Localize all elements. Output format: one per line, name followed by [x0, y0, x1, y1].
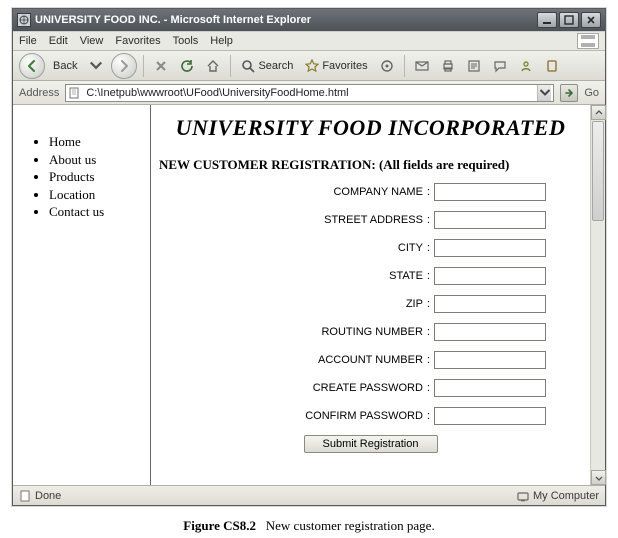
submit-button[interactable]: Submit Registration: [304, 435, 438, 453]
discuss-button[interactable]: [489, 55, 511, 77]
media-button[interactable]: [376, 55, 398, 77]
label-zip: ZIP: [406, 298, 423, 310]
input-zip[interactable]: [434, 295, 546, 313]
forward-button[interactable]: [111, 53, 137, 79]
window-title: UNIVERSITY FOOD INC. - Microsoft Interne…: [35, 14, 537, 26]
figure-caption: Figure CS8.2 New customer registration p…: [12, 518, 606, 534]
content-viewport: Home About us Products Location Contact …: [13, 105, 605, 485]
favorites-button[interactable]: Favorites: [301, 54, 371, 78]
menu-favorites[interactable]: Favorites: [115, 35, 160, 47]
input-company[interactable]: [434, 183, 546, 201]
nav-location[interactable]: Location: [49, 186, 140, 204]
page-heading: UNIVERSITY FOOD INCORPORATED: [159, 115, 582, 141]
go-button[interactable]: [560, 84, 578, 102]
home-button[interactable]: [202, 55, 224, 77]
go-label: Go: [584, 87, 599, 99]
minimize-button[interactable]: [537, 12, 557, 28]
favorites-label: Favorites: [322, 60, 367, 72]
caption-label: Figure CS8.2: [183, 518, 256, 533]
browser-window: UNIVERSITY FOOD INC. - Microsoft Interne…: [12, 8, 606, 506]
page-icon: [68, 87, 80, 99]
zone-text: My Computer: [533, 490, 599, 502]
input-city[interactable]: [434, 239, 546, 257]
menu-file[interactable]: File: [19, 35, 37, 47]
label-city: CITY: [398, 242, 423, 254]
input-routing[interactable]: [434, 323, 546, 341]
vertical-scrollbar[interactable]: [590, 105, 605, 485]
form-note: (All fields are required): [379, 157, 509, 172]
address-bar: Address Go: [13, 81, 605, 105]
input-street[interactable]: [434, 211, 546, 229]
label-state: STATE: [389, 270, 423, 282]
label-company: COMPANY NAME: [333, 186, 422, 198]
label-confirm: CONFIRM PASSWORD: [305, 410, 423, 422]
mail-button[interactable]: [411, 55, 433, 77]
address-label: Address: [19, 87, 59, 99]
menu-tools[interactable]: Tools: [173, 35, 199, 47]
scroll-thumb[interactable]: [592, 121, 604, 221]
caption-text: New customer registration page.: [266, 518, 435, 533]
status-bar: Done My Computer: [13, 485, 605, 505]
ie-logo-icon: [577, 33, 599, 49]
input-password[interactable]: [434, 379, 546, 397]
input-account[interactable]: [434, 351, 546, 369]
maximize-button[interactable]: [559, 12, 579, 28]
input-state[interactable]: [434, 267, 546, 285]
input-confirm[interactable]: [434, 407, 546, 425]
main-area: UNIVERSITY FOOD INCORPORATED NEW CUSTOME…: [151, 105, 590, 485]
refresh-button[interactable]: [176, 55, 198, 77]
messenger-button[interactable]: [515, 55, 537, 77]
label-street: STREET ADDRESS: [324, 214, 423, 226]
edit-button[interactable]: [463, 55, 485, 77]
menu-view[interactable]: View: [80, 35, 104, 47]
address-field-wrap: [65, 84, 554, 102]
title-bar: UNIVERSITY FOOD INC. - Microsoft Interne…: [13, 9, 605, 31]
form-title-text: NEW CUSTOMER REGISTRATION:: [159, 157, 376, 172]
close-button[interactable]: [581, 12, 601, 28]
label-account: ACCOUNT NUMBER: [318, 354, 423, 366]
nav-contact[interactable]: Contact us: [49, 203, 140, 221]
back-label[interactable]: Back: [49, 55, 81, 77]
back-dropdown-icon[interactable]: [85, 55, 107, 77]
done-icon: [19, 490, 31, 502]
menu-help[interactable]: Help: [210, 35, 233, 47]
search-label: Search: [258, 60, 293, 72]
toolbar: Back Search Favorites: [13, 51, 605, 81]
label-routing: ROUTING NUMBER: [321, 326, 422, 338]
nav-home[interactable]: Home: [49, 133, 140, 151]
label-password: CREATE PASSWORD: [313, 382, 423, 394]
sidebar: Home About us Products Location Contact …: [13, 105, 151, 485]
nav-about[interactable]: About us: [49, 151, 140, 169]
address-input[interactable]: [84, 86, 533, 100]
search-button[interactable]: Search: [237, 54, 297, 78]
stop-button[interactable]: [150, 55, 172, 77]
zone-icon: [517, 490, 529, 502]
scroll-down-icon[interactable]: [591, 470, 606, 485]
scroll-up-icon[interactable]: [591, 105, 606, 120]
back-button[interactable]: [19, 53, 45, 79]
menu-edit[interactable]: Edit: [49, 35, 68, 47]
print-button[interactable]: [437, 55, 459, 77]
page-content: Home About us Products Location Contact …: [13, 105, 590, 485]
form-title: NEW CUSTOMER REGISTRATION: (All fields a…: [159, 157, 582, 173]
research-button[interactable]: [541, 55, 563, 77]
nav-products[interactable]: Products: [49, 168, 140, 186]
status-text: Done: [35, 490, 61, 502]
ie-icon: [17, 13, 31, 27]
menu-bar: File Edit View Favorites Tools Help: [13, 31, 605, 51]
address-dropdown-icon[interactable]: [537, 85, 551, 101]
